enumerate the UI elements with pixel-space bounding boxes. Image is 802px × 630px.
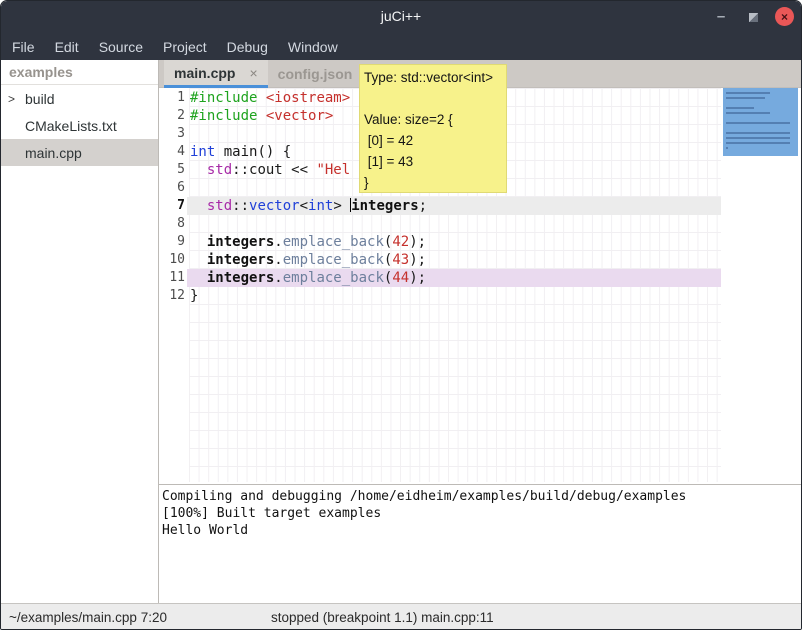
line-number: 2	[159, 107, 187, 125]
minimap-code-line	[726, 97, 765, 99]
code-text: integers.emplace_back(44);	[187, 269, 721, 287]
output-line: [100%] Built target examples	[162, 505, 802, 522]
minimap[interactable]	[723, 88, 798, 482]
file-tree-label: build	[25, 91, 55, 107]
status-bar: ~/examples/main.cpp 7:20 stopped (breakp…	[1, 603, 802, 630]
minimap-code-line	[726, 107, 754, 109]
minimap-code-line	[726, 147, 728, 149]
output-line: Hello World	[162, 522, 802, 539]
code-line[interactable]: 10 integers.emplace_back(43);	[159, 251, 721, 269]
code-text: integers.emplace_back(42);	[187, 233, 721, 251]
close-button[interactable]: ×	[775, 7, 794, 26]
line-number: 7	[159, 197, 187, 215]
output-panel[interactable]: Compiling and debugging /home/eidheim/ex…	[159, 485, 802, 603]
code-line[interactable]: 7 std::vector<int> integers;	[159, 197, 721, 215]
titlebar[interactable]: juCi++ – ×	[1, 1, 801, 33]
line-number: 11	[159, 269, 187, 287]
tooltip-line: [0] = 42	[364, 130, 502, 151]
menu-window[interactable]: Window	[278, 35, 348, 59]
code-text	[187, 215, 721, 233]
minimap-code-line	[726, 122, 790, 124]
maximize-icon	[749, 13, 758, 22]
menu-project[interactable]: Project	[153, 35, 217, 59]
code-line[interactable]: 9 integers.emplace_back(42);	[159, 233, 721, 251]
line-number: 9	[159, 233, 187, 251]
code-line[interactable]: 8	[159, 215, 721, 233]
code-line[interactable]: 12}	[159, 287, 721, 305]
debug-value-tooltip: Type: std::vector<int> Value: size=2 { […	[359, 64, 507, 193]
file-tree: >build CMakeLists.txt main.cpp	[1, 85, 158, 166]
tab-main-cpp[interactable]: main.cpp ×	[164, 60, 268, 88]
line-number: 1	[159, 89, 187, 107]
sidebar-item-build[interactable]: >build	[1, 85, 158, 112]
code-line[interactable]: 11 integers.emplace_back(44);	[159, 269, 721, 287]
tab-close-icon[interactable]: ×	[249, 65, 257, 81]
code-text: integers.emplace_back(43);	[187, 251, 721, 269]
tooltip-line	[364, 88, 502, 109]
tab-label: config.json	[278, 66, 353, 82]
minimize-icon: –	[717, 12, 725, 22]
file-tree-label: CMakeLists.txt	[25, 118, 117, 134]
minimize-button[interactable]: –	[711, 7, 731, 27]
sidebar-item-cmakelists-txt[interactable]: CMakeLists.txt	[1, 112, 158, 139]
line-number: 8	[159, 215, 187, 233]
tooltip-line: Type: std::vector<int>	[364, 67, 502, 88]
minimap-visible-region[interactable]	[723, 88, 798, 156]
line-number: 3	[159, 125, 187, 143]
line-number: 12	[159, 287, 187, 305]
tab-label: main.cpp	[174, 65, 235, 81]
line-number: 5	[159, 161, 187, 179]
file-tree-panel: examples >build CMakeLists.txt main.cpp	[1, 60, 158, 603]
line-number: 4	[159, 143, 187, 161]
tooltip-line: Value: size=2 {	[364, 109, 502, 130]
tooltip-line: [1] = 43	[364, 151, 502, 172]
minimap-code-line	[726, 92, 770, 94]
file-tree-label: main.cpp	[25, 145, 82, 161]
app-window: juCi++ – × FileEditSourceProjectDebugWin…	[0, 0, 802, 630]
code-text: }	[187, 287, 721, 305]
minimap-code-line	[726, 132, 790, 134]
status-file-location: ~/examples/main.cpp 7:20	[9, 610, 167, 625]
project-name-header: examples	[1, 60, 158, 85]
output-line: Compiling and debugging /home/eidheim/ex…	[162, 488, 802, 505]
tooltip-line: }	[364, 172, 502, 193]
line-number: 10	[159, 251, 187, 269]
expand-chevron-icon[interactable]: >	[8, 92, 24, 106]
menu-debug[interactable]: Debug	[217, 35, 278, 59]
sidebar-item-main-cpp[interactable]: main.cpp	[1, 139, 158, 166]
menubar: FileEditSourceProjectDebugWindow	[1, 33, 801, 60]
minimap-code-line	[726, 112, 770, 114]
menu-file[interactable]: File	[2, 35, 45, 59]
maximize-button[interactable]	[743, 7, 763, 27]
line-number: 6	[159, 179, 187, 197]
minimap-code-line	[726, 142, 790, 144]
menu-edit[interactable]: Edit	[45, 35, 89, 59]
close-icon: ×	[781, 10, 788, 24]
tab-config-json[interactable]: config.json	[268, 60, 363, 88]
window-title: juCi++	[1, 8, 801, 24]
code-text: std::vector<int> integers;	[187, 197, 721, 215]
menu-source[interactable]: Source	[89, 35, 153, 59]
status-debug-state: stopped (breakpoint 1.1) main.cpp:11	[271, 610, 494, 625]
minimap-code-line	[726, 137, 790, 139]
